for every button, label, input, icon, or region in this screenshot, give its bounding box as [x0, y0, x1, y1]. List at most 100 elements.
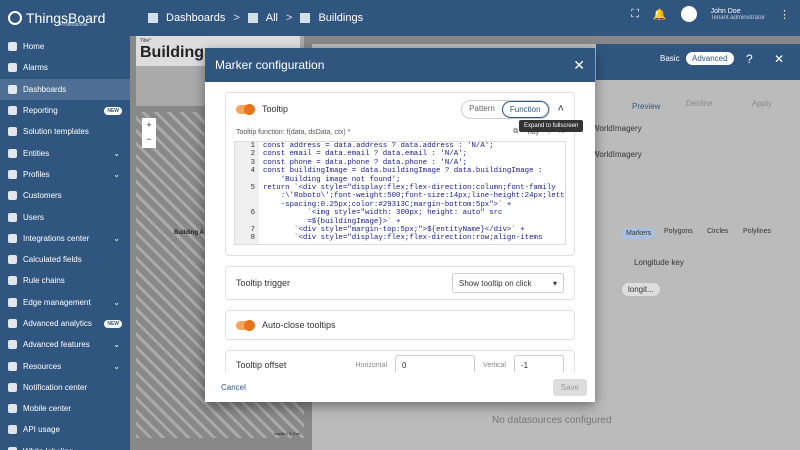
- code-line[interactable]: `<div style="margin-top:5px;">${entityNa…: [263, 226, 559, 234]
- code-line[interactable]: const phone = data.phone ? data.phone : …: [263, 159, 559, 167]
- sidebar-item-dashboards[interactable]: Dashboards: [0, 78, 130, 100]
- sidebar-item-label: Reporting: [23, 106, 58, 116]
- sidebar-item-icon: [8, 233, 17, 243]
- code-line[interactable]: 'Building image not found';: [263, 176, 559, 184]
- tooltip-mode-toggle[interactable]: Pattern Function: [461, 99, 550, 119]
- code-line[interactable]: =${buildingImage}>` +: [263, 218, 559, 226]
- code-line[interactable]: const email = data.email ? data.email : …: [263, 150, 559, 158]
- code-line[interactable]: -spacing:0.25px;color:#29313C;margin-bot…: [263, 201, 559, 209]
- sidebar-item-api-usage[interactable]: API usage: [0, 419, 130, 440]
- dashboards-icon: [148, 13, 158, 23]
- sidebar-item-notification-center[interactable]: Notification center: [0, 377, 130, 398]
- basic-mode[interactable]: Basic: [660, 54, 680, 63]
- sidebar-item-icon: [8, 361, 17, 371]
- code-line[interactable]: :\'Roboto\';font-weight:500;font-size:14…: [263, 192, 565, 200]
- sidebar-item-solution-templates[interactable]: Solution templates: [0, 121, 130, 142]
- tab-markers[interactable]: Markers: [622, 228, 656, 239]
- copy-icon[interactable]: ⧉: [513, 128, 518, 136]
- sidebar-item-alarms[interactable]: Alarms: [0, 57, 130, 78]
- code-content[interactable]: const address = data.address ? data.addr…: [263, 142, 565, 243]
- chevron-down-icon[interactable]: ⌄: [113, 340, 120, 349]
- sidebar-item-home[interactable]: Home: [0, 36, 130, 57]
- more-menu-icon[interactable]: ⋮: [779, 8, 790, 21]
- line-number: [235, 218, 259, 226]
- fullscreen-icon[interactable]: ⛶: [631, 8, 639, 21]
- sidebar-item-label: Advanced analytics: [23, 319, 92, 328]
- mode-pattern[interactable]: Pattern: [462, 101, 502, 118]
- code-line[interactable]: return `<div style="display:flex;flex-di…: [263, 184, 559, 192]
- auto-close-label: Auto-close tooltips: [262, 320, 336, 330]
- sidebar-item-icon: [8, 340, 17, 350]
- vertical-label: Vertical: [483, 361, 506, 369]
- sidebar-item-label: Customers: [23, 191, 62, 201]
- sidebar-item-icon: [8, 169, 17, 179]
- preview-button[interactable]: Preview: [632, 102, 660, 111]
- close-icon[interactable]: ✕: [774, 52, 784, 66]
- sidebar-item-profiles[interactable]: Profiles ⌄: [0, 164, 130, 185]
- chevron-down-icon[interactable]: ⌄: [113, 362, 120, 371]
- sidebar-item-rule-chains[interactable]: Rule chains: [0, 270, 130, 291]
- chevron-down-icon[interactable]: ⌄: [113, 149, 120, 158]
- tab-polylines[interactable]: Polylines: [743, 228, 771, 235]
- avatar[interactable]: [680, 6, 697, 22]
- sidebar-item-calculated-fields[interactable]: Calculated fields: [0, 249, 130, 270]
- tooltip-trigger-select[interactable]: Show tooltip on click ▾: [452, 273, 564, 293]
- sidebar-item-icon: [8, 319, 17, 328]
- sidebar-item-advanced-features[interactable]: Advanced features ⌄: [0, 334, 130, 355]
- save-button[interactable]: Save: [552, 378, 587, 396]
- chevron-down-icon[interactable]: ⌄: [113, 298, 120, 307]
- sidebar-item-integrations-center[interactable]: Integrations center ⌄: [0, 228, 130, 249]
- sidebar-item-resources[interactable]: Resources ⌄: [0, 355, 130, 376]
- sidebar-item-advanced-analytics[interactable]: Advanced analytics NEW: [0, 313, 130, 334]
- decline-button[interactable]: Decline: [686, 99, 713, 108]
- cancel-button[interactable]: Cancel: [213, 379, 254, 396]
- apply-button[interactable]: Apply: [752, 99, 772, 108]
- sidebar-item-label: Resources: [23, 361, 62, 371]
- code-line[interactable]: const buildingImage = data.buildingImage…: [263, 167, 559, 175]
- zoom-controls[interactable]: + −: [142, 118, 156, 148]
- tooltip-trigger-card: Tooltip trigger Show tooltip on click ▾: [225, 266, 575, 300]
- breadcrumb-dashboards[interactable]: Dashboards: [166, 12, 225, 24]
- sidebar-item-icon: [8, 42, 17, 52]
- fullscreen-tooltip: Expand to fullscreen: [519, 120, 584, 132]
- sidebar-item-customers[interactable]: Customers: [0, 185, 130, 206]
- sidebar-item-icon: [8, 106, 17, 116]
- auto-close-toggle[interactable]: [236, 319, 255, 331]
- chevron-up-icon[interactable]: ˄: [558, 103, 564, 115]
- sidebar-item-edge-management[interactable]: Edge management ⌄: [0, 292, 130, 313]
- mode-function[interactable]: Function: [501, 100, 549, 118]
- sidebar-item-icon: [8, 404, 17, 414]
- chevron-down-icon[interactable]: ⌄: [113, 170, 120, 179]
- tooltip-toggle[interactable]: [236, 103, 255, 115]
- close-icon[interactable]: ✕: [573, 57, 585, 74]
- code-line[interactable]: `<div style="display:flex;flex-direction…: [263, 234, 559, 242]
- longitude-chip[interactable]: longit...: [622, 283, 660, 296]
- sidebar-item-users[interactable]: Users: [0, 206, 130, 227]
- dialog-body: Tooltip Pattern Function ˄ Tooltip funct…: [205, 82, 595, 420]
- chevron-down-icon[interactable]: ⌄: [113, 234, 120, 243]
- user-info[interactable]: John Doe Tenant administrator: [711, 8, 765, 21]
- dialog-header: Marker configuration ✕: [205, 48, 595, 82]
- sidebar-item-white-labeling[interactable]: White labeling: [0, 441, 130, 450]
- user-name: John Doe: [710, 7, 741, 15]
- breadcrumb-all[interactable]: All: [266, 12, 278, 24]
- sidebar-item-reporting[interactable]: Reporting NEW: [0, 100, 130, 121]
- layer-2[interactable]: WorldImagery: [592, 150, 642, 159]
- advanced-mode[interactable]: Advanced: [686, 52, 734, 65]
- breadcrumb-separator-icon: >: [233, 12, 240, 24]
- tab-polygons[interactable]: Polygons: [664, 228, 693, 235]
- tooltip-card: Tooltip Pattern Function ˄ Tooltip funct…: [225, 92, 575, 256]
- sidebar-item-entities[interactable]: Entities ⌄: [0, 142, 130, 163]
- notifications-icon[interactable]: 🔔: [653, 8, 667, 21]
- breadcrumb-buildings: Buildings: [318, 12, 364, 24]
- line-number: 4: [250, 167, 255, 176]
- code-line[interactable]: `<img style="width: 300px; height: auto"…: [263, 209, 559, 217]
- code-editor[interactable]: 1234 5 6 78 const address = data.address ? …: [234, 141, 566, 245]
- tab-circles[interactable]: Circles: [707, 228, 728, 235]
- help-icon[interactable]: ?: [746, 52, 753, 66]
- sidebar-item-mobile-center[interactable]: Mobile center: [0, 398, 130, 419]
- logo[interactable]: ThingsBoard Professional: [0, 0, 130, 36]
- line-number: [235, 201, 259, 209]
- code-line[interactable]: const address = data.address ? data.addr…: [263, 142, 559, 150]
- layer-1[interactable]: WorldImagery: [592, 124, 642, 133]
